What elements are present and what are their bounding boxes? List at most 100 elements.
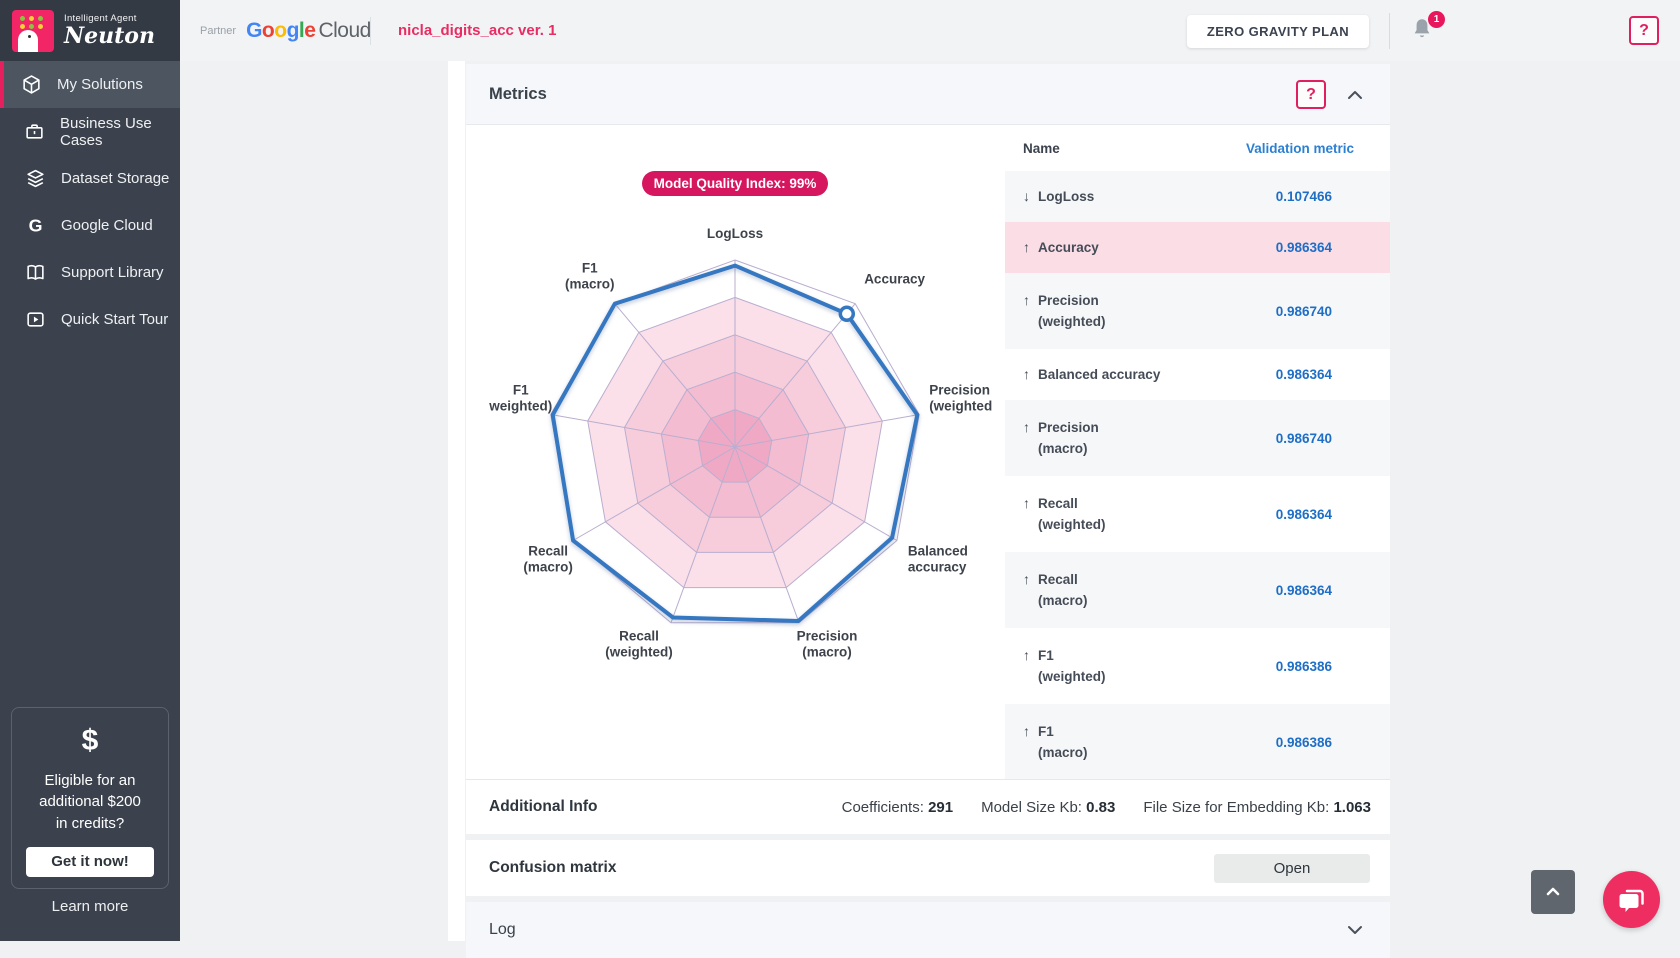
log-section-header[interactable]: Log [466,902,1390,958]
dollar-icon: $ [12,724,168,758]
metric-name: Accuracy [1038,237,1099,258]
radar-axis-label: LogLoss [707,226,763,241]
additional-info-row: Additional Info Coefficients: 291 Model S… [466,779,1390,834]
radar-axis-label: F1weighted) [488,383,552,414]
additional-info-item: Model Size Kb: 0.83 [981,799,1115,816]
metric-row-f1-weighted-[interactable]: ↑F1(weighted)0.986386 [1005,628,1390,704]
arrow-up-icon: ↑ [1023,290,1030,311]
metric-name: (macro) [1038,590,1088,611]
neuton-logo-icon [12,10,54,52]
metric-row-precision-weighted-[interactable]: ↑Precision(weighted)0.986740 [1005,273,1390,349]
briefcase-icon [24,121,45,143]
radar-chart: LogLossAccuracyPrecision(weightedBalance… [466,125,1005,779]
sidebar-item-label: My Solutions [57,76,143,93]
help-button[interactable]: ? [1629,16,1659,45]
chevron-up-icon [1543,882,1563,902]
metric-value: 0.986364 [1276,583,1332,598]
sidebar-item-my-solutions[interactable]: My Solutions [0,61,180,108]
sidebar-item-dataset-storage[interactable]: Dataset Storage [0,155,180,202]
brand-name: Neuton [64,24,155,48]
metrics-table-body: ↓ LogLoss 0.107466 ↑ Accuracy 0.986364 ↑ Precis… [1005,171,1390,780]
metrics-help-button[interactable]: ? [1296,80,1326,109]
arrow-up-icon: ↑ [1023,417,1030,438]
partner-label: Partner [200,25,236,37]
chat-bubble-icon [1617,885,1647,915]
svg-text:G: G [28,215,42,235]
radar-axis-label: Balancedaccuracy [908,544,968,575]
metric-value: 0.986364 [1276,240,1332,255]
chat-widget-button[interactable] [1603,871,1660,928]
open-confusion-matrix-button[interactable]: Open [1214,854,1370,883]
promo-text: Eligible for an additional $200 in credi… [12,770,168,834]
column-header-validation-metric[interactable]: Validation metric [1246,141,1354,156]
arrow-up-icon: ↑ [1023,364,1030,385]
confusion-matrix-row: Confusion matrix Open [466,840,1390,896]
sidebar-item-label: Business Use Cases [60,115,180,149]
zero-gravity-plan-button[interactable]: ZERO GRAVITY PLAN [1187,15,1369,48]
metric-row-f1-macro-[interactable]: ↑F1(macro)0.986386 [1005,704,1390,780]
sidebar-item-label: Support Library [61,264,164,281]
metric-row-recall-macro-[interactable]: ↑Recall(macro)0.986364 [1005,552,1390,628]
scroll-to-top-button[interactable] [1531,870,1575,914]
metrics-title: Metrics [489,85,547,104]
additional-info-title: Additional Info [489,798,597,816]
metric-row-accuracy[interactable]: ↑ Accuracy 0.986364 [1005,222,1390,273]
additional-info-values: Coefficients: 291 Model Size Kb: 0.83 File… [842,799,1371,816]
metric-row-recall-weighted-[interactable]: ↑Recall(weighted)0.986364 [1005,476,1390,552]
additional-info-item: File Size for Embedding Kb: 1.063 [1143,799,1371,816]
sidebar-item-google-cloud[interactable]: G Google Cloud [0,202,180,249]
column-header-name: Name [1023,141,1060,156]
sidebar-item-business-use-cases[interactable]: Business Use Cases [0,108,180,155]
metric-name: F1 [1038,645,1106,666]
google-cloud-logo: GoogleCloud [246,19,371,43]
metric-name: F1 [1038,721,1088,742]
metrics-body: Model Quality Index: 99% LogLossAccuracy… [466,125,1390,779]
project-title: nicla_digits_acc ver. 1 [398,22,556,39]
metric-name: (weighted) [1038,666,1106,687]
chevron-up-icon[interactable] [1344,84,1366,106]
metric-value: 0.107466 [1276,189,1332,204]
metric-value: 0.986386 [1276,735,1332,750]
scrollbar-track[interactable] [448,61,465,941]
confusion-matrix-title: Confusion matrix [489,859,616,877]
metric-name: Balanced accuracy [1038,364,1160,385]
arrow-down-icon: ↓ [1023,186,1030,207]
radar-axis-label: Recall(weighted) [605,629,673,660]
metric-row-logloss[interactable]: ↓ LogLoss 0.107466 [1005,171,1390,222]
notification-badge: 1 [1428,11,1445,28]
metric-value: 0.986364 [1276,367,1332,382]
log-title: Log [489,921,516,939]
arrow-up-icon: ↑ [1023,237,1030,258]
metric-name: Recall [1038,493,1106,514]
metric-name: Recall [1038,569,1088,590]
metric-name: Precision [1038,290,1106,311]
brand-logo-block[interactable]: Intelligent Agent Neuton [0,0,180,61]
sidebar-nav: My Solutions Business Use Cases Dataset St… [0,61,180,343]
radar-axis-label: Recall(macro) [523,544,573,575]
radar-axis-label: F1(macro) [565,261,615,292]
metrics-table-header: Name Validation metric [1005,125,1390,171]
notifications-button[interactable]: 1 [1409,14,1443,50]
sidebar-item-label: Quick Start Tour [61,311,168,328]
metric-name: LogLoss [1038,186,1094,207]
sidebar-item-support-library[interactable]: Support Library [0,249,180,296]
get-it-now-button[interactable]: Get it now! [26,847,154,877]
metric-row-precision-macro-[interactable]: ↑Precision(macro)0.986740 [1005,400,1390,476]
topbar-divider [1389,13,1390,49]
metric-row-balanced-accuracy[interactable]: ↑ Balanced accuracy 0.986364 [1005,349,1390,400]
metric-value: 0.986364 [1276,507,1332,522]
radar-axis-label: Accuracy [864,272,925,287]
topbar-divider [370,17,371,45]
sidebar-item-quick-start-tour[interactable]: Quick Start Tour [0,296,180,343]
topbar: Partner GoogleCloud nicla_digits_acc ver… [180,0,1680,61]
metric-name: (weighted) [1038,514,1106,535]
additional-info-item: Coefficients: 291 [842,799,953,816]
metric-name: (macro) [1038,438,1099,459]
metric-name: (weighted) [1038,311,1106,332]
credits-promo-box: $ Eligible for an additional $200 in cre… [11,707,169,889]
learn-more-link[interactable]: Learn more [0,898,180,915]
sidebar-item-label: Google Cloud [61,217,153,234]
metric-value: 0.986740 [1276,431,1332,446]
book-icon [24,262,46,284]
chevron-down-icon[interactable] [1344,919,1366,941]
